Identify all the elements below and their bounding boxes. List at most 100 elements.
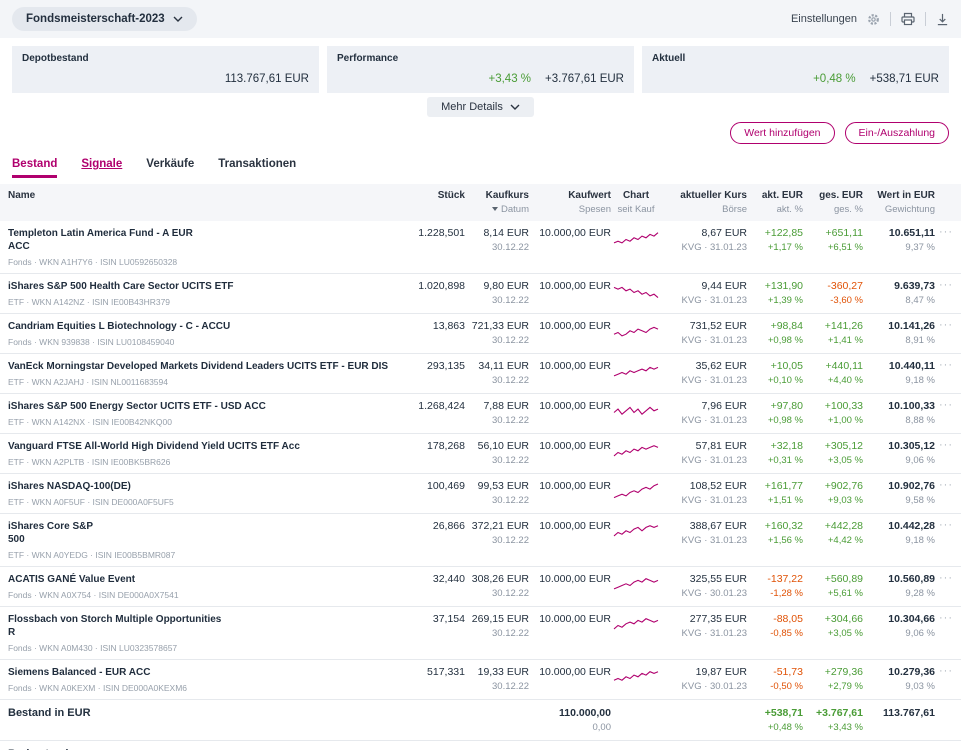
akt-cell: +97,80+0,98 %: [747, 400, 803, 426]
fund-name[interactable]: VanEck Morningstar Developed Markets Div…: [8, 360, 409, 373]
akt-cell: +122,85+1,17 %: [747, 227, 803, 253]
download-icon[interactable]: [936, 13, 949, 26]
holdings-rows: Templeton Latin America Fund - A EUR ACC…: [0, 221, 961, 700]
row-menu-button[interactable]: ···: [935, 480, 953, 491]
sparkline-chart: [611, 440, 661, 463]
kurs-quelle: KVG · 31.01.23: [661, 416, 747, 426]
wert-value: 10.440,11: [863, 360, 935, 373]
fund-name[interactable]: iShares NASDAQ-100(DE): [8, 480, 409, 493]
fund-name[interactable]: iShares Core S&P 500: [8, 520, 409, 546]
table-row[interactable]: iShares S&P 500 Health Care Sector UCITS…: [0, 274, 961, 314]
col-kaufkurs[interactable]: KaufkursDatum: [465, 190, 529, 215]
fund-name[interactable]: Flossbach von Storch Multiple Opportunit…: [8, 613, 409, 639]
ges-cell: +100,33+1,00 %: [803, 400, 863, 426]
akt-cell: +131,90+1,39 %: [747, 280, 803, 306]
stueck-value: 1.020,898: [409, 280, 465, 293]
payment-button[interactable]: Ein-/Auszahlung: [845, 122, 949, 144]
kurs-quelle: KVG · 31.01.23: [661, 536, 747, 546]
fund-meta: ETF · WKN A2PLTB · ISIN IE00BK5BR626: [8, 457, 409, 467]
akt-cell: -137,22-1,28 %: [747, 573, 803, 599]
fund-name[interactable]: iShares S&P 500 Energy Sector UCITS ETF …: [8, 400, 409, 413]
akt-pct-value: +1,39 %: [747, 296, 803, 306]
fund-name[interactable]: Candriam Equities L Biotechnology - C - …: [8, 320, 409, 333]
akt-pct-value: +1,51 %: [747, 496, 803, 506]
table-row[interactable]: iShares Core S&P 500 ETF · WKN A0YEDG · …: [0, 514, 961, 567]
akt-eur-value: -137,22: [747, 573, 803, 586]
table-row[interactable]: Vanguard FTSE All-World High Dividend Yi…: [0, 434, 961, 474]
ges-eur-value: +100,33: [803, 400, 863, 413]
col-stueck[interactable]: Stück: [409, 190, 465, 215]
gewichtung-value: 9,03 %: [863, 682, 935, 692]
tab-signale[interactable]: Signale: [81, 158, 122, 178]
more-details-button[interactable]: Mehr Details: [427, 97, 534, 117]
ges-pct-value: +9,03 %: [803, 496, 863, 506]
row-menu-button[interactable]: ···: [935, 280, 953, 291]
fund-name[interactable]: Templeton Latin America Fund - A EUR ACC: [8, 227, 409, 253]
ges-eur-value: +304,66: [803, 613, 863, 626]
chevron-down-icon: [173, 16, 183, 22]
aktueller-kurs-value: 277,35 EUR: [661, 613, 747, 626]
gear-icon[interactable]: [867, 13, 880, 26]
table-row[interactable]: iShares S&P 500 Energy Sector UCITS ETF …: [0, 394, 961, 434]
akt-eur-value: +97,80: [747, 400, 803, 413]
portfolio-selector[interactable]: Fondsmeisterschaft-2023: [12, 7, 197, 31]
ges-cell: +304,66+3,05 %: [803, 613, 863, 639]
kurs-quelle: KVG · 31.01.23: [661, 243, 747, 253]
table-row[interactable]: iShares NASDAQ-100(DE) ETF · WKN A0F5UF …: [0, 474, 961, 514]
card-label: Aktuell: [652, 53, 939, 64]
card-label: Depotbestand: [22, 53, 309, 64]
kauf-datum: 30.12.22: [465, 296, 529, 306]
col-kurs[interactable]: aktueller KursBörse: [661, 190, 747, 215]
table-row[interactable]: Templeton Latin America Fund - A EUR ACC…: [0, 221, 961, 274]
table-row[interactable]: VanEck Morningstar Developed Markets Div…: [0, 354, 961, 394]
fund-meta: ETF · WKN A142NX · ISIN IE00B42NKQ00: [8, 417, 409, 427]
tab-bestand[interactable]: Bestand: [12, 158, 57, 178]
akt-cell: +98,84+0,98 %: [747, 320, 803, 346]
row-menu-button[interactable]: ···: [935, 360, 953, 371]
col-name[interactable]: Name: [8, 190, 409, 215]
row-menu-button[interactable]: ···: [935, 320, 953, 331]
ges-pct-value: +5,61 %: [803, 589, 863, 599]
sparkline-chart: [611, 280, 661, 303]
settings-label[interactable]: Einstellungen: [791, 13, 857, 25]
table-row[interactable]: Candriam Equities L Biotechnology - C - …: [0, 314, 961, 354]
fund-name[interactable]: Vanguard FTSE All-World High Dividend Yi…: [8, 440, 409, 453]
tab-transaktionen[interactable]: Transaktionen: [218, 158, 296, 178]
col-ges[interactable]: ges. EURges. %: [803, 190, 863, 215]
card-depotbestand: Depotbestand 113.767,61 EUR: [12, 46, 319, 93]
ges-pct-value: +3,05 %: [803, 456, 863, 466]
stueck-value: 178,268: [409, 440, 465, 453]
add-value-button[interactable]: Wert hinzufügen: [730, 122, 834, 144]
table-row[interactable]: Siemens Balanced - EUR ACC Fonds · WKN A…: [0, 660, 961, 700]
kurs-quelle: KVG · 31.01.23: [661, 296, 747, 306]
row-menu-button[interactable]: ···: [935, 613, 953, 624]
depot-value: 113.767,61 EUR: [225, 73, 309, 85]
row-menu-button[interactable]: ···: [935, 227, 953, 238]
table-row[interactable]: ACATIS GANÉ Value Event Fonds · WKN A0X7…: [0, 567, 961, 607]
row-menu-button[interactable]: ···: [935, 440, 953, 451]
fund-name[interactable]: ACATIS GANÉ Value Event: [8, 573, 409, 586]
fund-name[interactable]: Siemens Balanced - EUR ACC: [8, 666, 409, 679]
more-details-label: Mehr Details: [441, 101, 503, 113]
stueck-value: 517,331: [409, 666, 465, 679]
ges-cell: +651,11+6,51 %: [803, 227, 863, 253]
tab-verkaeufe[interactable]: Verkäufe: [146, 158, 194, 178]
divider: [925, 12, 926, 26]
printer-icon[interactable]: [901, 12, 915, 26]
akt-cell: -51,73-0,50 %: [747, 666, 803, 692]
row-menu-button[interactable]: ···: [935, 400, 953, 411]
col-akt[interactable]: akt. EURakt. %: [747, 190, 803, 215]
col-kaufwert[interactable]: KaufwertSpesen: [529, 190, 611, 215]
row-menu-button[interactable]: ···: [935, 666, 953, 677]
table-row[interactable]: Flossbach von Storch Multiple Opportunit…: [0, 607, 961, 660]
ges-pct-value: +1,41 %: [803, 336, 863, 346]
kurs-quelle: KVG · 31.01.23: [661, 496, 747, 506]
gewichtung-value: 9,06 %: [863, 629, 935, 639]
row-menu-button[interactable]: ···: [935, 520, 953, 531]
gewichtung-value: 9,18 %: [863, 376, 935, 386]
fund-name[interactable]: iShares S&P 500 Health Care Sector UCITS…: [8, 280, 409, 293]
kurs-quelle: KVG · 30.01.23: [661, 682, 747, 692]
fund-meta: Fonds · WKN A0X754 · ISIN DE000A0X7541: [8, 590, 409, 600]
col-wert[interactable]: Wert in EURGewichtung: [863, 190, 935, 215]
row-menu-button[interactable]: ···: [935, 573, 953, 584]
